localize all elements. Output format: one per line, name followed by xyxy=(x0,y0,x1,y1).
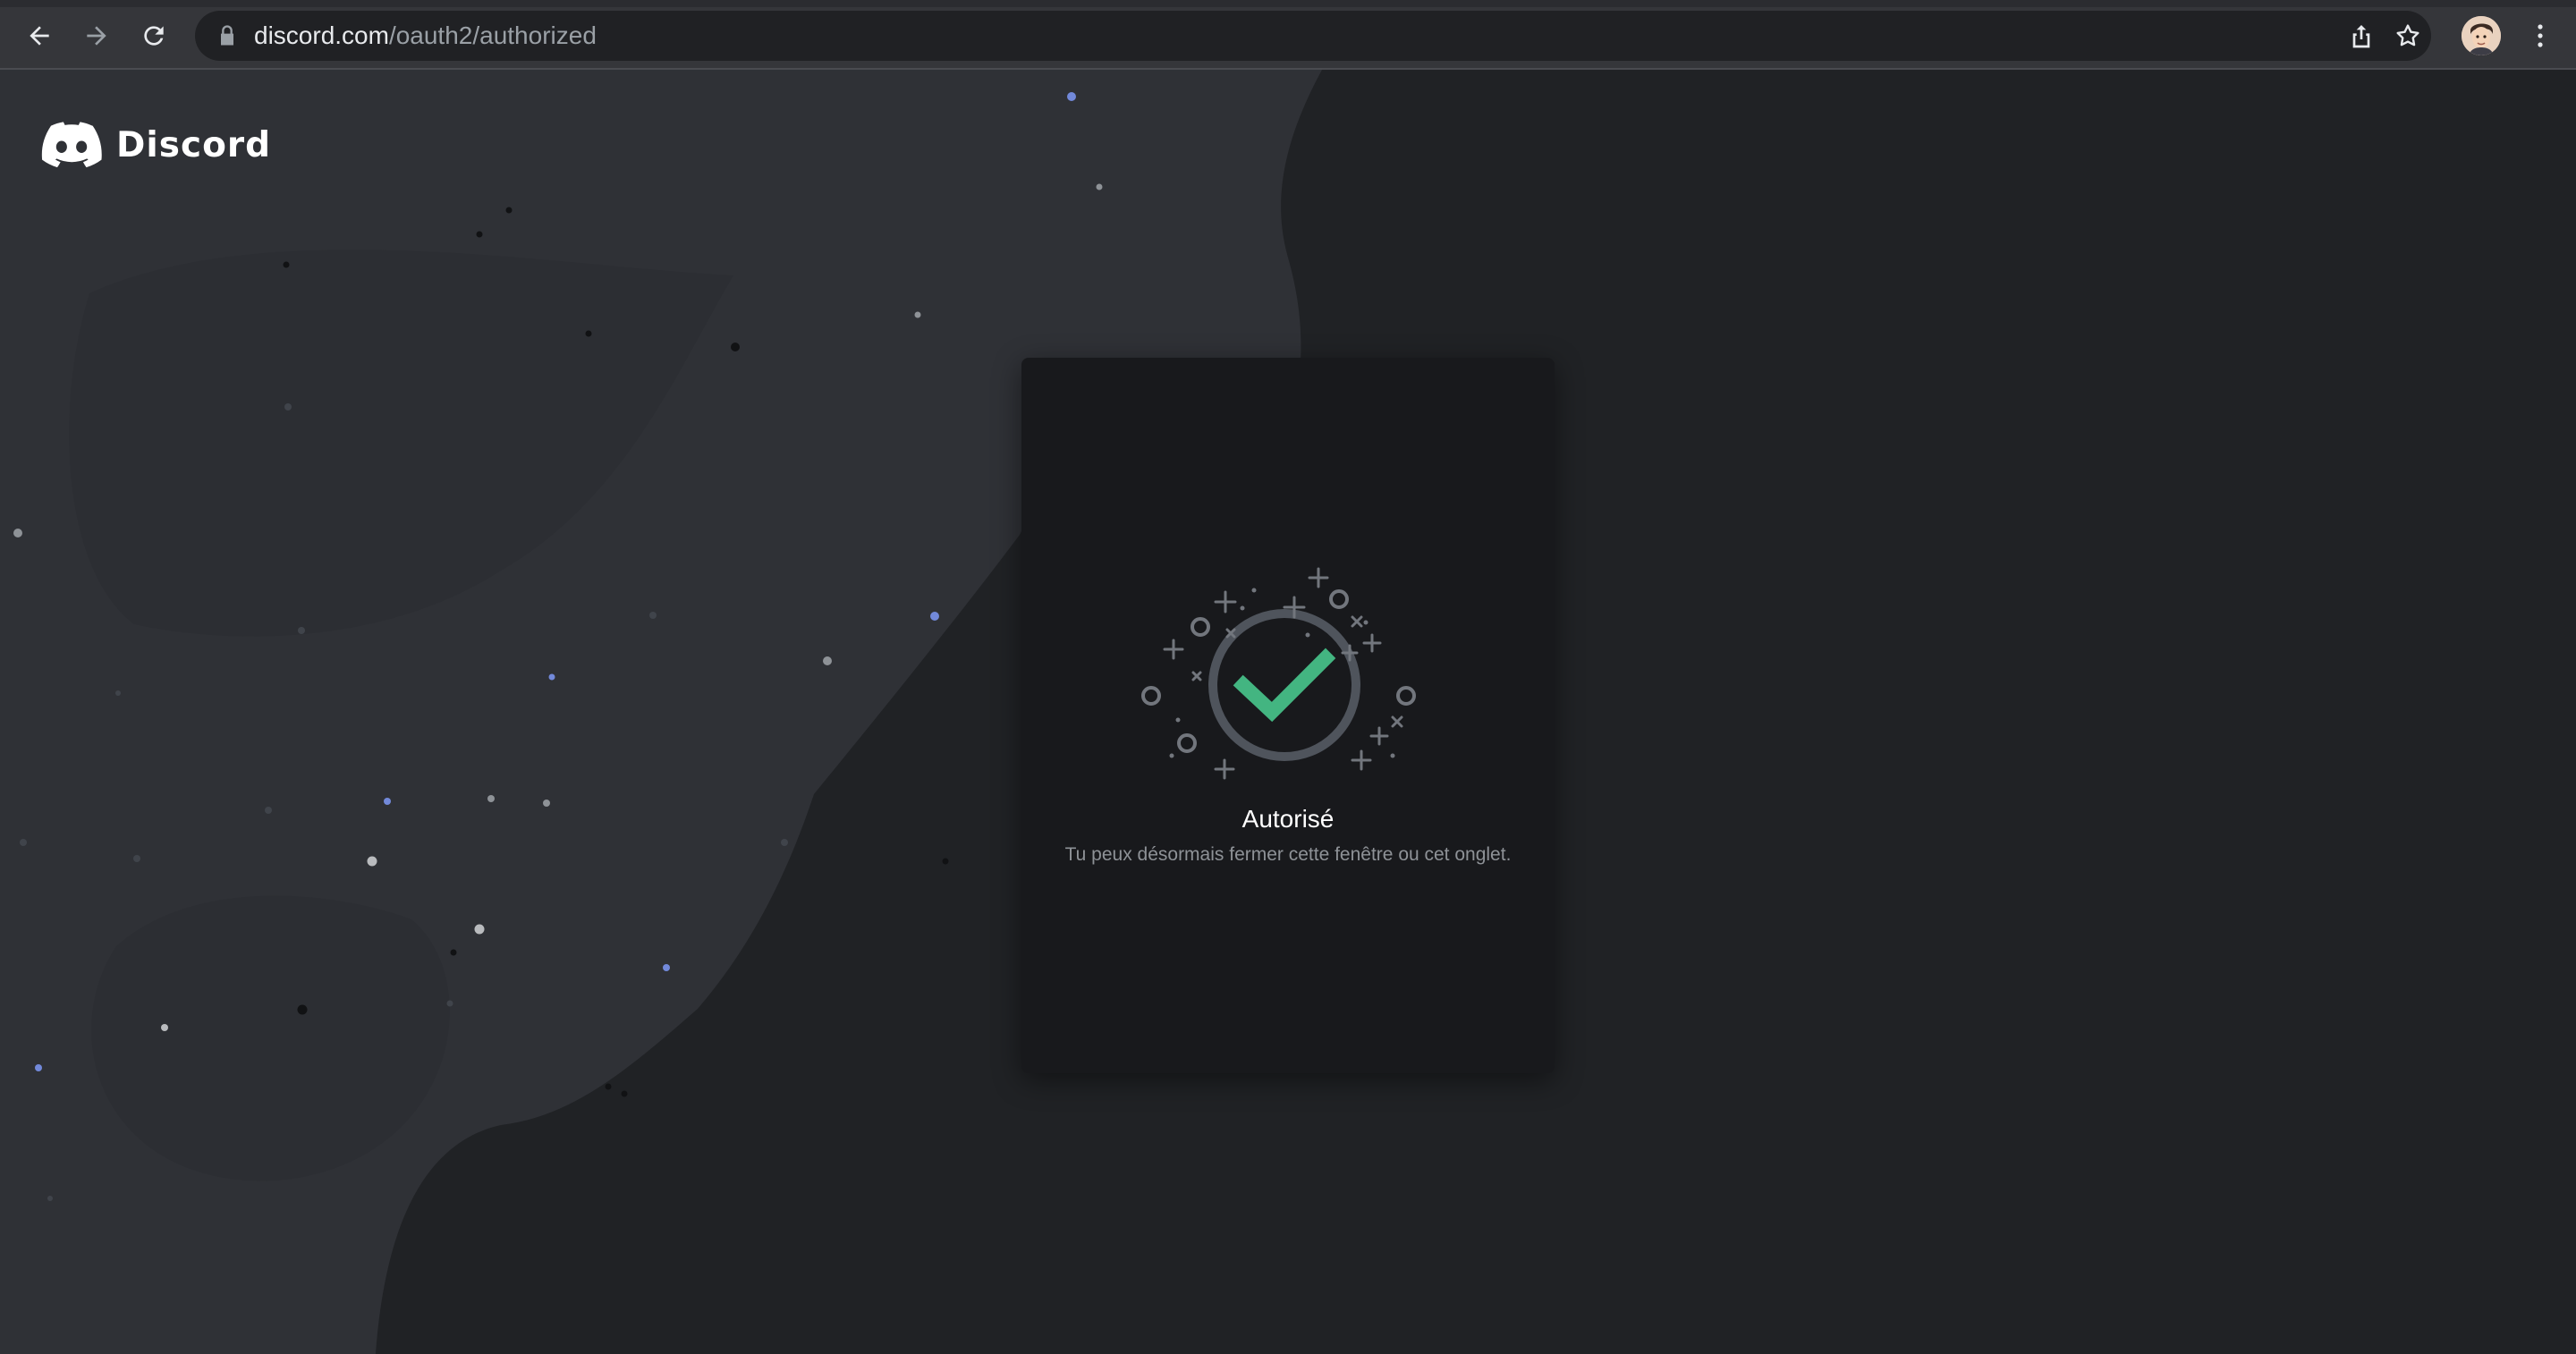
avatar-face-icon xyxy=(2462,16,2501,55)
authorized-card: Autorisé Tu peux désormais fermer cette … xyxy=(1021,358,1555,1073)
reload-icon xyxy=(144,26,164,46)
tab-strip xyxy=(0,0,2576,7)
star-icon[interactable] xyxy=(2394,21,2422,50)
arrow-left-icon xyxy=(30,26,49,46)
address-bar[interactable]: discord.com/oauth2/authorized xyxy=(195,11,2431,61)
brand-name: Discord xyxy=(116,124,272,165)
lock-icon[interactable] xyxy=(215,23,240,48)
brand-header[interactable]: Discord xyxy=(41,122,271,168)
success-check-icon xyxy=(1141,567,1416,780)
reload-button[interactable] xyxy=(134,16,174,55)
arrow-right-icon xyxy=(87,26,106,46)
profile-avatar[interactable] xyxy=(2462,16,2501,55)
discord-logo-icon xyxy=(41,122,102,168)
kebab-menu-icon xyxy=(2538,24,2543,47)
card-subtitle: Tu peux désormais fermer cette fenêtre o… xyxy=(1064,844,1512,865)
share-icon[interactable] xyxy=(2347,21,2376,50)
url-domain: discord.com xyxy=(254,21,389,49)
url-path: /oauth2/authorized xyxy=(388,21,597,49)
page-content: Discord Autorisé Tu peux désormais ferme… xyxy=(0,70,2576,1354)
browser-toolbar: discord.com/oauth2/authorized xyxy=(0,0,2576,70)
browser-menu-button[interactable] xyxy=(2522,16,2558,55)
url-text[interactable]: discord.com/oauth2/authorized xyxy=(254,23,597,48)
card-title: Autorisé xyxy=(1241,805,1335,833)
back-button[interactable] xyxy=(20,16,59,55)
forward-button[interactable] xyxy=(77,16,116,55)
